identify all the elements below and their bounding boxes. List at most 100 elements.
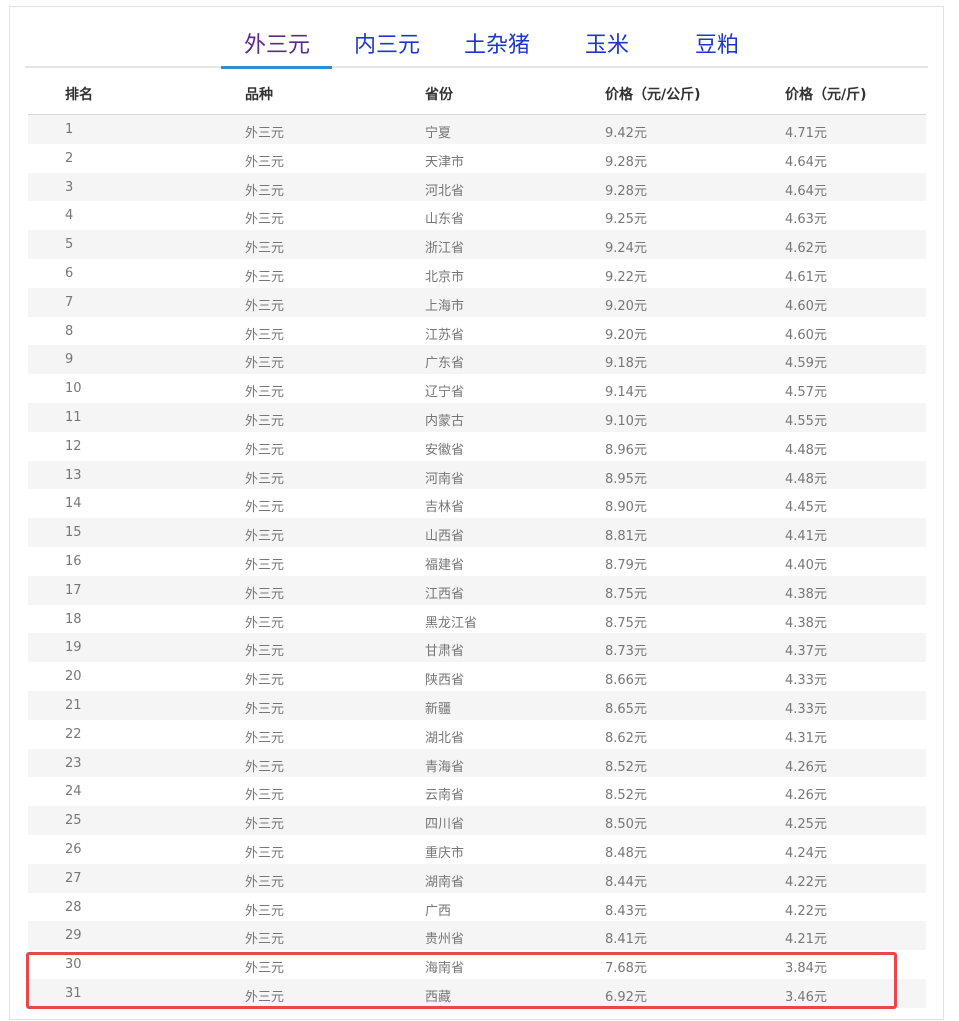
rank-cell: 7 xyxy=(65,294,74,310)
price-jin-cell: 4.62元 xyxy=(785,241,827,257)
price-kg-cell: 9.42元 xyxy=(605,126,647,141)
province-cell: 河南省 xyxy=(425,471,465,487)
variety-cell: 外三元 xyxy=(245,586,285,602)
rank-cell: 9 xyxy=(65,352,74,368)
rank-cell: 5 xyxy=(65,237,74,253)
province-cell: 甘肃省 xyxy=(425,644,465,660)
price-jin-cell: 4.31元 xyxy=(785,730,827,746)
table-row: 23 外三元 青海省 8.52元 4.26元 xyxy=(28,748,926,778)
table-row: 6 外三元 北京市 9.22元 4.61元 xyxy=(28,259,926,288)
price-jin-cell: 4.22元 xyxy=(785,874,827,890)
rank-cell: 16 xyxy=(65,553,82,569)
rank-cell: 22 xyxy=(65,726,82,742)
variety-cell: 外三元 xyxy=(245,615,285,631)
price-kg-cell: 7.68元 xyxy=(605,961,647,977)
price-kg-cell: 9.14元 xyxy=(605,385,647,401)
province-cell: 天津市 xyxy=(425,154,465,170)
province-cell: 黑龙江省 xyxy=(425,615,478,631)
province-cell: 湖南省 xyxy=(425,874,465,890)
price-jin-cell: 4.60元 xyxy=(785,327,827,343)
price-jin-cell: 4.33元 xyxy=(785,701,827,717)
rank-cell: 27 xyxy=(65,870,82,886)
price-kg-cell: 9.10元 xyxy=(605,413,647,429)
variety-cell: 外三元 xyxy=(245,557,285,573)
price-jin-cell: 4.48元 xyxy=(785,471,827,487)
table-row: 2 外三元 天津市 9.28元 4.64元 xyxy=(28,144,926,173)
tab-yu-mi[interactable]: 玉米 xyxy=(577,28,637,68)
variety-cell: 外三元 xyxy=(245,500,285,516)
rank-cell: 2 xyxy=(65,150,74,166)
price-kg-cell: 9.18元 xyxy=(605,356,647,372)
active-tab-indicator xyxy=(221,66,332,69)
table-row: 18 外三元 黑龙江省 8.75元 4.38元 xyxy=(28,605,926,634)
variety-cell: 外三元 xyxy=(245,269,285,285)
table-row: 30 外三元 海南省 7.68元 3.84元 xyxy=(28,950,926,979)
price-kg-cell: 8.62元 xyxy=(605,730,647,746)
price-jin-cell: 4.59元 xyxy=(785,356,827,372)
price-kg-cell: 8.50元 xyxy=(605,817,647,833)
variety-cell: 外三元 xyxy=(245,874,285,890)
price-kg-cell: 9.20元 xyxy=(605,327,647,343)
table-row: 22 外三元 湖北省 8.62元 4.31元 xyxy=(28,720,926,749)
rank-cell: 13 xyxy=(65,467,82,483)
variety-cell: 外三元 xyxy=(245,183,285,199)
variety-cell: 外三元 xyxy=(245,932,285,948)
rank-cell: 18 xyxy=(65,611,82,627)
price-jin-cell: 4.61元 xyxy=(785,269,827,285)
variety-cell: 外三元 xyxy=(245,413,285,429)
price-kg-cell: 8.73元 xyxy=(605,644,647,660)
province-cell: 陕西省 xyxy=(425,673,465,689)
province-cell: 山西省 xyxy=(425,529,465,545)
tab-dou-po[interactable]: 豆粕 xyxy=(687,28,747,68)
price-kg-cell: 9.28元 xyxy=(605,154,647,170)
province-cell: 新疆 xyxy=(425,701,452,717)
table-row: 12 外三元 安徽省 8.96元 4.48元 xyxy=(28,432,926,461)
price-jin-cell: 4.26元 xyxy=(785,788,827,804)
variety-cell: 外三元 xyxy=(245,471,285,487)
price-kg-cell: 8.75元 xyxy=(605,615,647,631)
tab-wai-san-yuan[interactable]: 外三元 xyxy=(237,28,317,68)
tab-nei-san-yuan[interactable]: 内三元 xyxy=(347,28,427,68)
variety-cell: 外三元 xyxy=(245,730,285,746)
province-cell: 辽宁省 xyxy=(425,385,465,401)
table-row: 15 外三元 山西省 8.81元 4.41元 xyxy=(28,518,926,547)
table-row: 19 外三元 甘肃省 8.73元 4.37元 xyxy=(28,633,926,663)
price-kg-cell: 8.44元 xyxy=(605,874,647,890)
price-jin-cell: 4.45元 xyxy=(785,500,827,516)
price-jin-cell: 4.71元 xyxy=(785,126,827,141)
rank-cell: 1 xyxy=(65,122,74,137)
rank-cell: 11 xyxy=(65,409,82,425)
price-jin-cell: 3.46元 xyxy=(785,989,827,1005)
variety-cell: 外三元 xyxy=(245,356,285,372)
header-province: 省份 xyxy=(425,87,453,103)
price-ranking-table: 排名 品种 省份 价格（元/公斤) 价格（元/斤) 1 外三元 宁夏 9.42元 4.7… xyxy=(28,72,926,1008)
price-kg-cell: 9.24元 xyxy=(605,241,647,257)
tab-tu-za-zhu[interactable]: 土杂猪 xyxy=(457,28,537,68)
province-cell: 江苏省 xyxy=(425,327,465,343)
table-row: 8 外三元 江苏省 9.20元 4.60元 xyxy=(28,317,926,346)
variety-cell: 外三元 xyxy=(245,673,285,689)
rank-cell: 31 xyxy=(65,985,82,1001)
price-kg-cell: 8.75元 xyxy=(605,586,647,602)
province-cell: 广西 xyxy=(425,903,452,919)
table-row: 10 外三元 辽宁省 9.14元 4.57元 xyxy=(28,374,926,403)
price-jin-cell: 4.25元 xyxy=(785,817,827,833)
rank-cell: 10 xyxy=(65,381,82,397)
province-cell: 西藏 xyxy=(425,989,452,1005)
category-tabs: 外三元 内三元 土杂猪 玉米 豆粕 xyxy=(25,20,928,68)
rank-cell: 17 xyxy=(65,582,82,598)
table-row: 14 外三元 吉林省 8.90元 4.45元 xyxy=(28,489,926,518)
price-kg-cell: 8.41元 xyxy=(605,932,647,948)
price-jin-cell: 4.55元 xyxy=(785,413,827,429)
province-cell: 海南省 xyxy=(425,961,465,977)
price-jin-cell: 4.64元 xyxy=(785,154,827,170)
price-kg-cell: 9.25元 xyxy=(605,212,647,228)
variety-cell: 外三元 xyxy=(245,154,285,170)
rank-cell: 21 xyxy=(65,697,82,713)
variety-cell: 外三元 xyxy=(245,788,285,804)
header-price-per-jin: 价格（元/斤) xyxy=(785,87,867,103)
price-kg-cell: 6.92元 xyxy=(605,989,647,1005)
table-row: 7 外三元 上海市 9.20元 4.60元 xyxy=(28,287,926,317)
table-row: 29 外三元 贵州省 8.41元 4.21元 xyxy=(28,921,926,951)
header-variety: 品种 xyxy=(245,87,273,103)
